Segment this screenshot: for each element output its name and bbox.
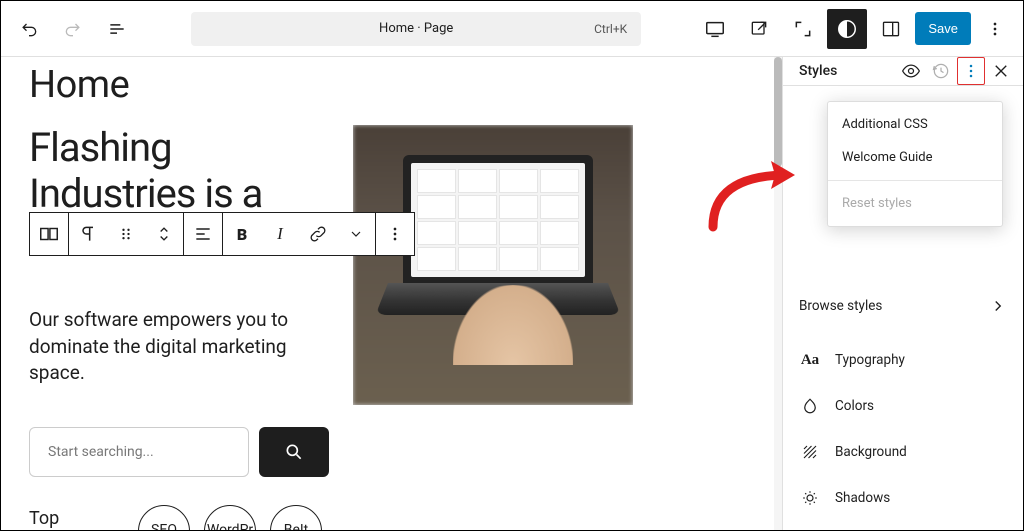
document-title-bar[interactable]: Home · Page Ctrl+K bbox=[191, 12, 641, 46]
colors-icon bbox=[799, 397, 821, 415]
undo-button[interactable] bbox=[9, 9, 49, 49]
category-chip[interactable]: SEO bbox=[138, 505, 190, 530]
typography-icon: Aa bbox=[799, 352, 821, 369]
options-button[interactable] bbox=[975, 9, 1015, 49]
link-button[interactable] bbox=[299, 213, 337, 255]
view-link-button[interactable] bbox=[739, 9, 779, 49]
redo-button[interactable] bbox=[53, 9, 93, 49]
align-button[interactable] bbox=[184, 213, 222, 255]
sidebar-item-layout[interactable]: Layout bbox=[799, 524, 1007, 530]
view-desktop-button[interactable] bbox=[695, 9, 735, 49]
sidebar-item-shadows[interactable]: Shadows bbox=[799, 478, 1007, 518]
block-type-button[interactable] bbox=[30, 213, 68, 255]
block-toolbar: B I bbox=[29, 212, 415, 256]
sidebar-item-label: Background bbox=[835, 444, 907, 460]
drag-handle-icon[interactable] bbox=[107, 213, 145, 255]
italic-button[interactable]: I bbox=[261, 213, 299, 255]
shadows-icon bbox=[799, 489, 821, 507]
paragraph-block-icon[interactable] bbox=[69, 213, 107, 255]
editor-top-bar: Home · Page Ctrl+K Save bbox=[1, 1, 1023, 57]
hero-image[interactable] bbox=[353, 125, 633, 405]
revisions-button[interactable] bbox=[927, 57, 955, 85]
page-title: Home bbox=[29, 63, 754, 107]
styles-sidebar: Styles Addit bbox=[783, 57, 1023, 530]
category-chip[interactable]: WordPr bbox=[204, 505, 256, 530]
dropdown-item-additional-css[interactable]: Additional CSS bbox=[828, 108, 1002, 141]
save-button[interactable]: Save bbox=[915, 12, 971, 45]
hero-paragraph[interactable]: Our software empowers you to dominate th… bbox=[29, 307, 329, 387]
document-overview-button[interactable] bbox=[97, 9, 137, 49]
zoom-button[interactable] bbox=[783, 9, 823, 49]
bold-button[interactable]: B bbox=[223, 213, 261, 255]
dropdown-item-reset-styles: Reset styles bbox=[828, 187, 1002, 220]
styles-more-menu-button[interactable] bbox=[957, 57, 985, 85]
sidebar-item-label: Shadows bbox=[835, 490, 890, 506]
styles-toggle-button[interactable] bbox=[827, 9, 867, 49]
canvas-scrollbar[interactable] bbox=[774, 57, 782, 530]
sidebar-item-background[interactable]: Background bbox=[799, 432, 1007, 472]
search-input[interactable]: Start searching... bbox=[29, 427, 249, 477]
sidebar-item-label: Typography bbox=[835, 352, 905, 368]
settings-toggle-button[interactable] bbox=[871, 9, 911, 49]
browse-styles-label: Browse styles bbox=[799, 298, 882, 314]
sidebar-item-colors[interactable]: Colors bbox=[799, 386, 1007, 426]
sidebar-title: Styles bbox=[799, 63, 897, 79]
more-rich-text-button[interactable] bbox=[337, 213, 375, 255]
dropdown-separator bbox=[828, 180, 1002, 181]
move-button[interactable] bbox=[145, 213, 183, 255]
background-icon bbox=[799, 443, 821, 461]
chevron-right-icon bbox=[989, 297, 1007, 315]
close-sidebar-button[interactable] bbox=[987, 57, 1015, 85]
search-button[interactable] bbox=[259, 427, 329, 477]
sidebar-item-label: Colors bbox=[835, 398, 874, 414]
categories-label: Top categories: bbox=[29, 507, 124, 530]
sidebar-item-typography[interactable]: Aa Typography bbox=[799, 340, 1007, 380]
browse-styles-button[interactable]: Browse styles bbox=[799, 286, 1007, 326]
editor-canvas[interactable]: Home Flashing Industries is a revolution… bbox=[1, 63, 782, 530]
style-book-button[interactable] bbox=[897, 57, 925, 85]
styles-more-dropdown: Additional CSS Welcome Guide Reset style… bbox=[827, 101, 1003, 227]
command-shortcut: Ctrl+K bbox=[594, 22, 627, 36]
dropdown-item-welcome-guide[interactable]: Welcome Guide bbox=[828, 141, 1002, 174]
block-options-button[interactable] bbox=[376, 213, 414, 255]
category-chip[interactable]: BeIt bbox=[270, 505, 322, 530]
document-title-text: Home · Page bbox=[379, 21, 453, 36]
